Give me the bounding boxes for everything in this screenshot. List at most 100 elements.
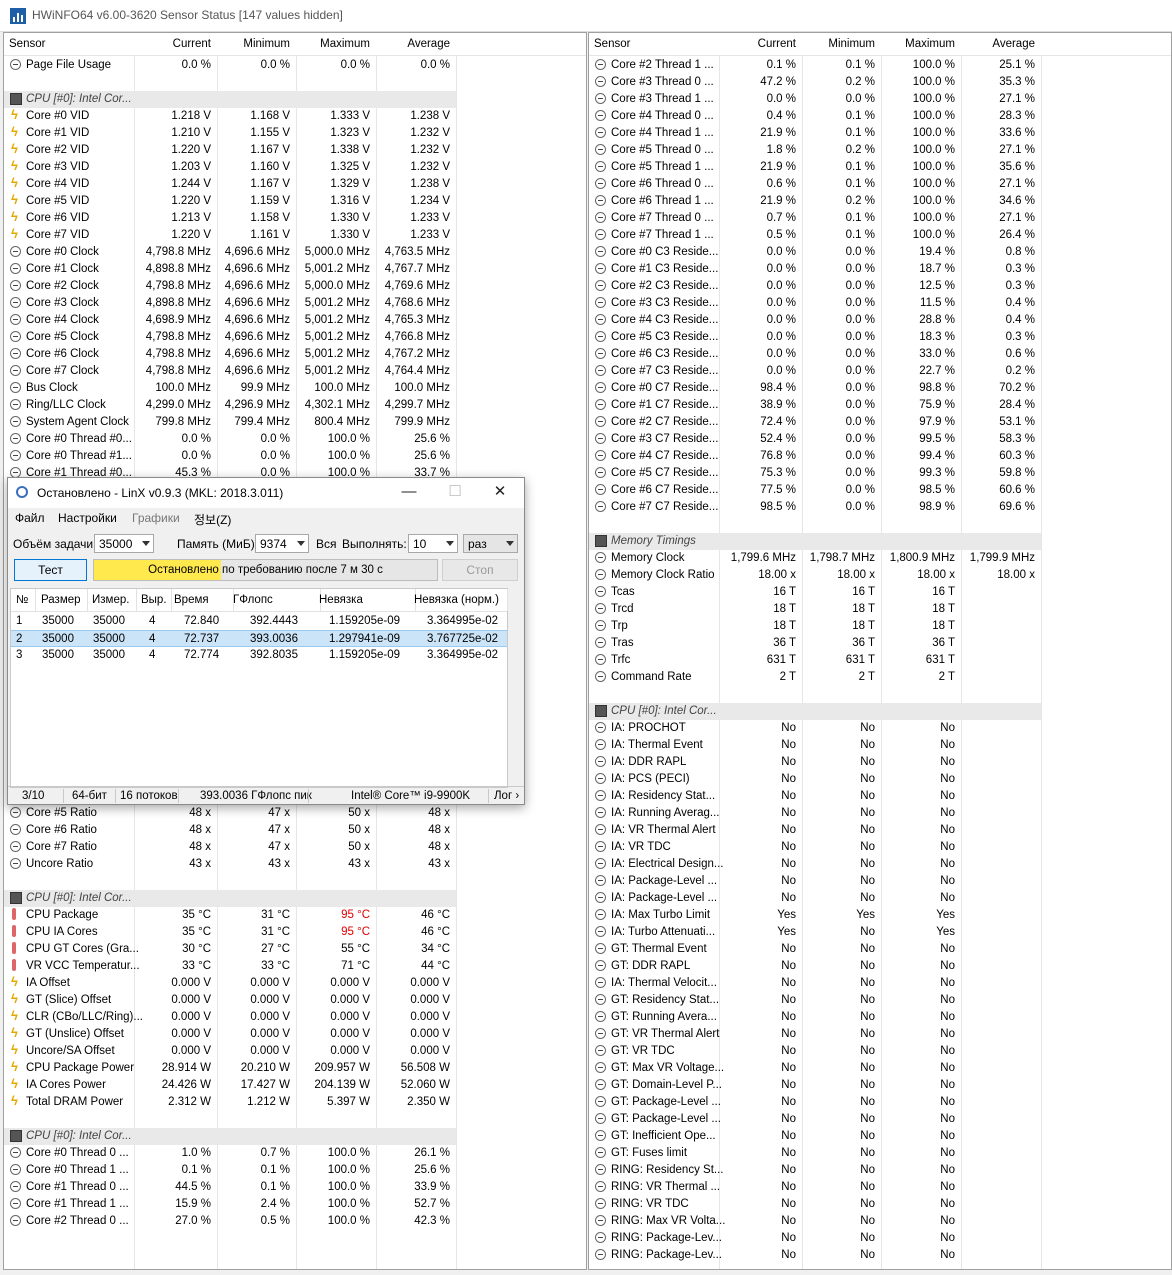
sensor-row[interactable]: IA: Running Averag... No No No bbox=[589, 805, 1171, 822]
sensor-row[interactable]: Core #6 Ratio 48 x 47 x 50 x 48 x bbox=[4, 822, 586, 839]
sensor-row[interactable]: Command Rate 2 T 2 T 2 T bbox=[589, 669, 1171, 686]
sensor-row[interactable]: GT: DDR RAPL No No No bbox=[589, 958, 1171, 975]
sensor-row[interactable]: ϟ Core #3 VID 1.203 V 1.160 V 1.325 V 1.232 V bbox=[4, 159, 586, 176]
maximize-icon[interactable]: ☐ bbox=[440, 482, 470, 502]
sensor-row[interactable]: GT: VR Thermal Alert No No No bbox=[589, 1026, 1171, 1043]
sensor-row[interactable]: RING: Max VR Volta... No No No bbox=[589, 1213, 1171, 1230]
sensor-row[interactable]: ϟ Core #2 VID 1.220 V 1.167 V 1.338 V 1.232 V bbox=[4, 142, 586, 159]
column-header-current[interactable]: Current bbox=[758, 38, 796, 50]
sensor-row[interactable]: GT: Thermal Event No No No bbox=[589, 941, 1171, 958]
sensor-row[interactable]: Core #4 C7 Reside... 76.8 % 0.0 % 99.4 % 60.… bbox=[589, 448, 1171, 465]
menu-file[interactable]: Файл bbox=[15, 511, 45, 525]
sensor-group-header[interactable]: CPU [#0]: Intel Cor... bbox=[589, 703, 1041, 720]
sensor-row[interactable]: Trp 18 T 18 T 18 T bbox=[589, 618, 1171, 635]
sensor-row[interactable]: Trcd 18 T 18 T 18 T bbox=[589, 601, 1171, 618]
menu-info[interactable]: 정보(Z) bbox=[194, 511, 231, 528]
sensor-row[interactable]: Core #4 Clock 4,698.9 MHz 4,696.6 MHz 5,001… bbox=[4, 312, 586, 329]
sensor-row[interactable]: Core #3 C7 Reside... 52.4 % 0.0 % 99.5 % 58.… bbox=[589, 431, 1171, 448]
sensor-row[interactable]: Page File Usage 0.0 % 0.0 % 0.0 % 0.0 % bbox=[4, 57, 586, 74]
sensor-row[interactable]: System Agent Clock 799.8 MHz 799.4 MHz 800.… bbox=[4, 414, 586, 431]
sensor-row[interactable]: Ring/LLC Clock 4,299.0 MHz 4,296.9 MHz 4,30… bbox=[4, 397, 586, 414]
sensor-row[interactable]: GT: Package-Level ... No No No bbox=[589, 1111, 1171, 1128]
run-unit-combo[interactable]: раз bbox=[463, 534, 518, 553]
sensor-row[interactable]: Core #6 Thread 1 ... 21.9 % 0.2 % 100.0 % 34… bbox=[589, 193, 1171, 210]
sensor-row[interactable]: ϟ Core #4 VID 1.244 V 1.167 V 1.329 V 1.238 V bbox=[4, 176, 586, 193]
sensor-row[interactable]: ϟ GT (Slice) Offset 0.000 V 0.000 V 0.000 V 0… bbox=[4, 992, 586, 1009]
sensor-row[interactable]: Core #0 Thread #1... 0.0 % 0.0 % 100.0 % 25.… bbox=[4, 448, 586, 465]
sensor-row[interactable]: IA: Max Turbo Limit Yes Yes Yes bbox=[589, 907, 1171, 924]
sensor-row[interactable]: Core #4 Thread 1 ... 21.9 % 0.1 % 100.0 % 33… bbox=[589, 125, 1171, 142]
results-col-header[interactable]: ГФлопс bbox=[233, 594, 273, 606]
sensor-row[interactable]: Core #7 Thread 0 ... 0.7 % 0.1 % 100.0 % 27.… bbox=[589, 210, 1171, 227]
sensor-row[interactable]: ϟ IA Cores Power 24.426 W 17.427 W 204.139 W… bbox=[4, 1077, 586, 1094]
sensor-row[interactable]: GT: Residency Stat... No No No bbox=[589, 992, 1171, 1009]
sensor-row[interactable]: Core #6 C7 Reside... 77.5 % 0.0 % 98.5 % 60.… bbox=[589, 482, 1171, 499]
table-row[interactable]: 3 35000 35000 4 72.774 392.8035 1.159205e-09 3.… bbox=[11, 647, 507, 664]
sensor-row[interactable]: Uncore Ratio 43 x 43 x 43 x 43 x bbox=[4, 856, 586, 873]
sensor-row[interactable]: GT: Package-Level ... No No No bbox=[589, 1094, 1171, 1111]
menu-settings[interactable]: Настройки bbox=[58, 511, 117, 525]
minimize-icon[interactable]: — bbox=[394, 482, 424, 502]
problem-size-combo[interactable]: 35000 bbox=[94, 534, 154, 553]
sensor-row[interactable]: IA: Turbo Attenuati... Yes No Yes bbox=[589, 924, 1171, 941]
sensor-row[interactable]: Memory Clock Ratio 18.00 x 18.00 x 18.00 x 1… bbox=[589, 567, 1171, 584]
sensor-row[interactable]: Core #6 Clock 4,798.8 MHz 4,696.6 MHz 5,001… bbox=[4, 346, 586, 363]
sensor-row[interactable]: IA: DDR RAPL No No No bbox=[589, 754, 1171, 771]
sensor-row[interactable]: ϟ Core #5 VID 1.220 V 1.159 V 1.316 V 1.234 V bbox=[4, 193, 586, 210]
sensor-row[interactable]: Trfc 631 T 631 T 631 T bbox=[589, 652, 1171, 669]
sensor-row[interactable]: Core #7 Ratio 48 x 47 x 50 x 48 x bbox=[4, 839, 586, 856]
results-col-header[interactable]: № bbox=[16, 594, 28, 606]
sensor-row[interactable]: Core #5 Thread 1 ... 21.9 % 0.1 % 100.0 % 35… bbox=[589, 159, 1171, 176]
sensor-row[interactable]: Core #7 Thread 1 ... 0.5 % 0.1 % 100.0 % 26.… bbox=[589, 227, 1171, 244]
sensor-row[interactable]: GT: VR TDC No No No bbox=[589, 1043, 1171, 1060]
test-button[interactable]: Тест bbox=[14, 559, 87, 581]
sensor-row[interactable]: Core #3 C3 Reside... 0.0 % 0.0 % 11.5 % 0.4 … bbox=[589, 295, 1171, 312]
sensor-row[interactable]: Core #0 C3 Reside... 0.0 % 0.0 % 19.4 % 0.8 … bbox=[589, 244, 1171, 261]
sensor-row[interactable]: RING: Package-Lev... No No No bbox=[589, 1247, 1171, 1264]
sensor-row[interactable]: Core #0 Thread #0... 0.0 % 0.0 % 100.0 % 25.… bbox=[4, 431, 586, 448]
sensor-row[interactable]: Core #3 Thread 1 ... 0.0 % 0.0 % 100.0 % 27.… bbox=[589, 91, 1171, 108]
sensor-row[interactable]: CPU GT Cores (Gra... 30 °C 27 °C 55 °C 34 °C bbox=[4, 941, 586, 958]
sensor-row[interactable]: GT: Fuses limit No No No bbox=[589, 1145, 1171, 1162]
sensor-row[interactable]: Tcas 16 T 16 T 16 T bbox=[589, 584, 1171, 601]
sensor-row[interactable]: Core #5 Thread 0 ... 1.8 % 0.2 % 100.0 % 27.… bbox=[589, 142, 1171, 159]
right-column-headers[interactable]: Sensor Current Minimum Maximum Average bbox=[589, 33, 1171, 56]
sensor-row[interactable]: IA: Thermal Event No No No bbox=[589, 737, 1171, 754]
sensor-row[interactable]: IA: VR Thermal Alert No No No bbox=[589, 822, 1171, 839]
sensor-row[interactable]: Core #1 Clock 4,898.8 MHz 4,696.6 MHz 5,001… bbox=[4, 261, 586, 278]
sensor-row[interactable]: ϟ GT (Unslice) Offset 0.000 V 0.000 V 0.000 … bbox=[4, 1026, 586, 1043]
sensor-row[interactable]: ϟ Core #6 VID 1.213 V 1.158 V 1.330 V 1.233 V bbox=[4, 210, 586, 227]
menu-graphs[interactable]: Графики bbox=[132, 511, 180, 525]
sensor-row[interactable]: Core #7 Clock 4,798.8 MHz 4,696.6 MHz 5,001… bbox=[4, 363, 586, 380]
sensor-row[interactable]: Core #6 C3 Reside... 0.0 % 0.0 % 33.0 % 0.6 … bbox=[589, 346, 1171, 363]
sensor-row[interactable]: Core #5 C3 Reside... 0.0 % 0.0 % 18.3 % 0.3 … bbox=[589, 329, 1171, 346]
results-col-header[interactable]: Невязка (норм.) bbox=[414, 594, 499, 606]
sensor-row[interactable]: IA: Electrical Design... No No No bbox=[589, 856, 1171, 873]
sensor-row[interactable]: Core #0 Thread 0 ... 1.0 % 0.7 % 100.0 % 26.… bbox=[4, 1145, 586, 1162]
results-col-header[interactable]: Размер bbox=[41, 594, 81, 606]
sensor-group-header[interactable]: CPU [#0]: Intel Cor... bbox=[4, 890, 456, 907]
linx-dialog[interactable]: Остановлено - LinX v0.9.3 (MKL: 2018.3.0… bbox=[7, 477, 525, 805]
sensor-row[interactable]: Memory Clock 1,799.6 MHz 1,798.7 MHz 1,800.… bbox=[589, 550, 1171, 567]
sensor-row[interactable]: RING: VR TDC No No No bbox=[589, 1196, 1171, 1213]
column-header-sensor[interactable]: Sensor bbox=[9, 38, 45, 50]
column-header-maximum[interactable]: Maximum bbox=[905, 38, 955, 50]
sensor-row[interactable]: GT: Inefficient Ope... No No No bbox=[589, 1128, 1171, 1145]
linx-titlebar[interactable]: Остановлено - LinX v0.9.3 (MKL: 2018.3.0… bbox=[8, 478, 524, 508]
sensor-row[interactable]: ϟ Total DRAM Power 2.312 W 1.212 W 5.397 W 2.… bbox=[4, 1094, 586, 1111]
sensor-row[interactable]: IA: Thermal Velocit... No No No bbox=[589, 975, 1171, 992]
left-column-headers[interactable]: Sensor Current Minimum Maximum Average bbox=[4, 33, 586, 56]
sensor-row[interactable]: IA: VR TDC No No No bbox=[589, 839, 1171, 856]
sensor-row[interactable]: Core #5 Clock 4,798.8 MHz 4,696.6 MHz 5,001… bbox=[4, 329, 586, 346]
table-row[interactable]: 1 35000 35000 4 72.840 392.4443 1.159205e-09 3.… bbox=[11, 613, 507, 630]
sensor-row[interactable]: Tras 36 T 36 T 36 T bbox=[589, 635, 1171, 652]
all-memory-label[interactable]: Вся bbox=[316, 537, 337, 551]
column-header-maximum[interactable]: Maximum bbox=[320, 38, 370, 50]
sensor-row[interactable]: GT: Max VR Voltage... No No No bbox=[589, 1060, 1171, 1077]
sensor-row[interactable]: IA: Package-Level ... No No No bbox=[589, 873, 1171, 890]
sensor-row[interactable]: ϟ IA Offset 0.000 V 0.000 V 0.000 V 0.000 V bbox=[4, 975, 586, 992]
column-header-current[interactable]: Current bbox=[173, 38, 211, 50]
sensor-row[interactable]: Core #1 Thread 0 ... 44.5 % 0.1 % 100.0 % 33… bbox=[4, 1179, 586, 1196]
sensor-row[interactable]: Core #5 Ratio 48 x 47 x 50 x 48 x bbox=[4, 805, 586, 822]
results-col-header[interactable]: Время bbox=[174, 594, 209, 606]
